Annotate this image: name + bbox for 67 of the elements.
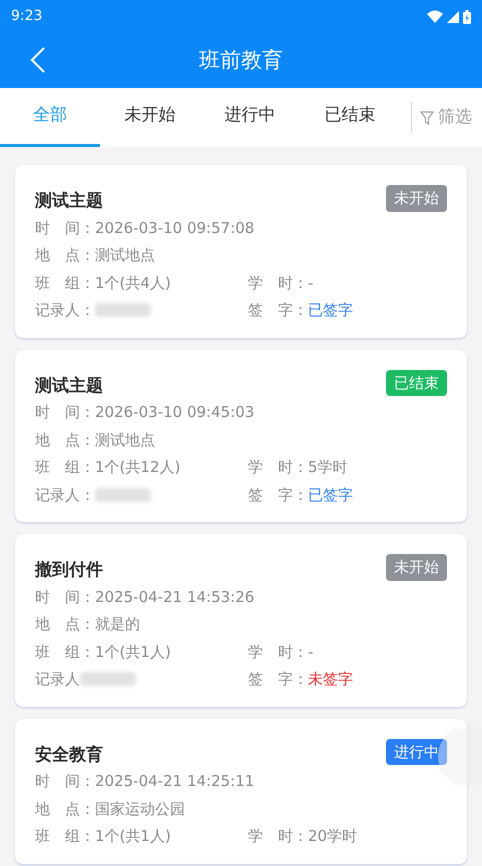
hours-value: -	[308, 272, 314, 294]
sign-label: 签 字：	[248, 669, 308, 690]
hours-value: -	[308, 642, 314, 662]
recorder-label: 记录人	[35, 669, 80, 690]
recorder-label: 记录人：	[35, 300, 95, 321]
team-value: 1个(共12人)	[95, 457, 180, 478]
filter-tab[interactable]: 已结束	[300, 88, 400, 147]
hours-label: 学 时：	[248, 272, 308, 294]
record-title: 测试主题	[35, 190, 103, 213]
hours-value: 5学时	[308, 457, 348, 478]
sign-value: 未签字	[308, 669, 353, 690]
place-value: 就是的	[95, 614, 140, 635]
place-value: 国家运动公园	[95, 798, 185, 820]
sign-label: 签 字：	[248, 300, 308, 321]
record-title: 测试主题	[35, 374, 103, 398]
hours-label: 学 时：	[248, 642, 308, 662]
team-label: 班 组：	[35, 457, 95, 478]
hours-label: 学 时：	[248, 826, 308, 847]
record-card[interactable]: 撤到付件 未开始 时 间：2025-04-21 14:53:26 地 点：就是的 班 组：1个(共1人) 学 时：- 记录人 签 字：未签字	[15, 534, 467, 706]
back-button[interactable]	[30, 47, 46, 73]
back-icon	[30, 47, 46, 73]
record-card[interactable]: 安全教育 进行中 时 间：2025-04-21 14:25:11 地 点：国家运动公园 班 组：1个(共1人) 学 时：20学时	[15, 718, 467, 864]
battery-icon	[463, 10, 471, 24]
blurred-name	[95, 303, 151, 318]
sign-value: 已签字	[308, 300, 353, 321]
hours-value: 20学时	[308, 826, 358, 847]
record-card[interactable]: 测试主题 未开始 时 间：2026-03-10 09:57:08 地 点：测试地点 班 组：1个(共4人) 学 时：- 记录人： 签 字：已签字	[15, 165, 467, 338]
place-label: 地 点：	[35, 245, 95, 266]
status-badge: 未开始	[386, 554, 447, 580]
place-label: 地 点：	[35, 614, 95, 635]
record-title: 安全教育	[35, 744, 103, 766]
filter-icon	[420, 110, 434, 124]
hours-label: 学 时：	[248, 457, 308, 478]
filter-tab[interactable]: 未开始	[100, 88, 200, 147]
page-title: 班前教育	[199, 46, 283, 74]
time-label: 时 间：	[35, 771, 95, 792]
team-value: 1个(共1人)	[95, 826, 171, 847]
team-value: 1个(共4人)	[95, 272, 171, 294]
time-label: 时 间：	[35, 402, 95, 423]
status-badge: 未开始	[386, 185, 447, 212]
blurred-name	[95, 488, 151, 502]
place-label: 地 点：	[35, 798, 95, 820]
recorder-label: 记录人：	[35, 484, 95, 506]
status-badge: 已结束	[386, 370, 447, 396]
time-value: 2026-03-10 09:57:08	[95, 218, 254, 238]
signal-icon	[447, 10, 459, 22]
place-value: 测试地点	[95, 245, 155, 266]
place-label: 地 点：	[35, 430, 95, 450]
team-label: 班 组：	[35, 826, 95, 847]
sign-label: 签 字：	[248, 484, 308, 506]
time-value: 2025-04-21 14:25:11	[95, 771, 254, 792]
team-label: 班 组：	[35, 272, 95, 294]
time-label: 时 间：	[35, 218, 95, 238]
team-label: 班 组：	[35, 642, 95, 662]
status-badge: 进行中	[386, 738, 447, 765]
place-value: 测试地点	[95, 430, 155, 450]
record-card[interactable]: 测试主题 已结束 时 间：2026-03-10 09:45:03 地 点：测试地点 班 组：1个(共12人) 学 时：5学时 记录人： 签 字：已签字	[15, 350, 467, 522]
wifi-icon	[427, 10, 443, 23]
time-value: 2025-04-21 14:53:26	[95, 586, 254, 608]
status-time: 9:23	[11, 7, 42, 26]
sign-value: 已签字	[308, 484, 353, 506]
time-label: 时 间：	[35, 586, 95, 608]
filter-tab[interactable]: 进行中	[200, 88, 300, 147]
blurred-name	[80, 672, 136, 686]
time-value: 2026-03-10 09:45:03	[95, 402, 254, 423]
team-value: 1个(共1人)	[95, 642, 171, 662]
record-title: 撤到付件	[35, 559, 103, 582]
